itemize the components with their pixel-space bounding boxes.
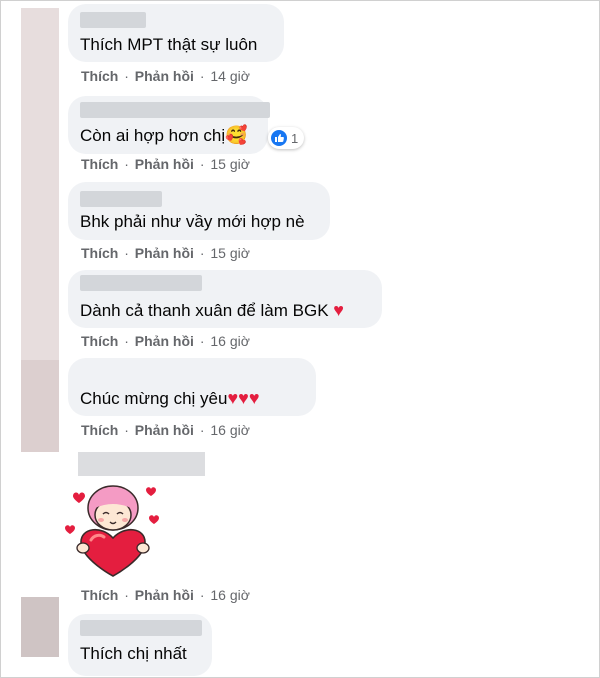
commenter-name[interactable] — [78, 452, 205, 476]
red-heart-emoji: ♥♥♥ — [227, 388, 260, 408]
reply-link[interactable]: Phản hồi — [135, 156, 194, 172]
comment-text: Thích chị nhất — [80, 644, 187, 663]
timestamp[interactable]: 16 giờ — [210, 422, 250, 438]
comment-actions: Thích · Phản hồi · 15 giờ — [81, 156, 250, 172]
timestamp[interactable]: 15 giờ — [210, 245, 250, 261]
like-link[interactable]: Thích — [81, 68, 118, 84]
commenter-name[interactable] — [80, 102, 270, 118]
like-link[interactable]: Thích — [81, 333, 118, 349]
smiling-hearts-emoji: 🥰 — [225, 125, 248, 145]
reply-link[interactable]: Phản hồi — [135, 587, 194, 603]
commenter-name[interactable] — [80, 191, 162, 207]
comment-bubble: Bhk phải như vầy mới hợp nè — [68, 182, 330, 240]
timestamp[interactable]: 16 giờ — [210, 587, 250, 603]
reply-link[interactable]: Phản hồi — [135, 68, 194, 84]
reply-link[interactable]: Phản hồi — [135, 422, 194, 438]
like-link[interactable]: Thích — [81, 422, 118, 438]
like-link[interactable]: Thích — [81, 245, 118, 261]
reply-link[interactable]: Phản hồi — [135, 245, 194, 261]
like-link[interactable]: Thích — [81, 587, 118, 603]
reaction-summary[interactable]: 1 — [268, 127, 305, 149]
comment-text: Dành cả thanh xuân để làm BGK ♥ — [80, 300, 344, 320]
red-heart-emoji: ♥ — [333, 300, 344, 320]
timestamp[interactable]: 14 giờ — [210, 68, 250, 84]
commenter-name[interactable] — [80, 620, 202, 636]
comment-actions: Thích · Phản hồi · 16 giờ — [81, 587, 250, 603]
like-link[interactable]: Thích — [81, 156, 118, 172]
comment-bubble: Dành cả thanh xuân để làm BGK ♥ — [68, 270, 382, 328]
comment-text: Thích MPT thật sự luôn — [80, 35, 258, 54]
comment-bubble: Chúc mừng chị yêu♥♥♥ — [68, 358, 316, 416]
timestamp[interactable]: 16 giờ — [210, 333, 250, 349]
comment-bubble: Thích chị nhất — [68, 614, 212, 676]
reaction-count: 1 — [291, 130, 299, 146]
avatar[interactable] — [21, 360, 59, 452]
like-reaction-icon — [271, 130, 287, 146]
commenter-name[interactable] — [80, 12, 146, 28]
comment-actions: Thích · Phản hồi · 14 giờ — [81, 68, 250, 84]
commenter-name[interactable] — [80, 275, 202, 291]
comment-bubble: Còn ai hợp hơn chị🥰 — [68, 96, 270, 154]
comment-actions: Thích · Phản hồi · 16 giờ — [81, 333, 250, 349]
avatar[interactable] — [21, 597, 59, 657]
girl-heart-sticker[interactable] — [63, 482, 163, 582]
reply-link[interactable]: Phản hồi — [135, 333, 194, 349]
comment-actions: Thích · Phản hồi · 16 giờ — [81, 422, 250, 438]
comment-actions: Thích · Phản hồi · 15 giờ — [81, 245, 250, 261]
timestamp[interactable]: 15 giờ — [210, 156, 250, 172]
comment-bubble: Thích MPT thật sự luôn — [68, 4, 284, 62]
comment-text: Chúc mừng chị yêu♥♥♥ — [80, 388, 260, 408]
comment-text: Còn ai hợp hơn chị🥰 — [80, 125, 248, 145]
comment-text: Bhk phải như vầy mới hợp nè — [80, 212, 305, 231]
